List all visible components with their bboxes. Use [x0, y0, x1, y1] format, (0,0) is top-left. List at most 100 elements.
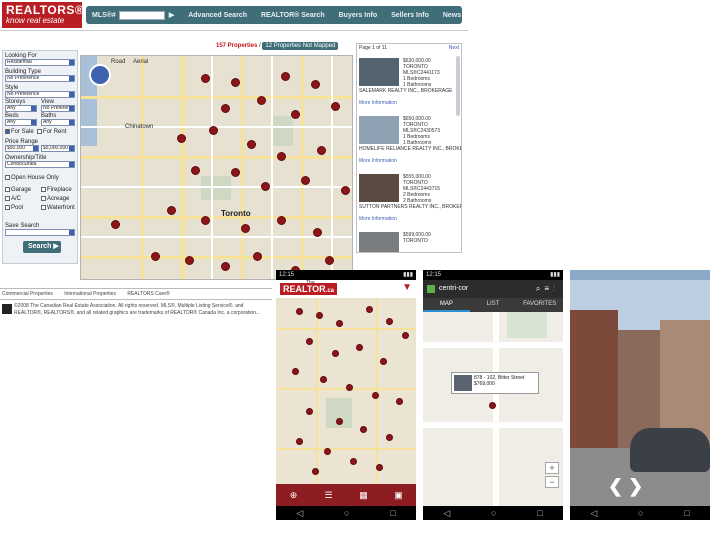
map-pin[interactable]	[312, 468, 319, 475]
map-pin[interactable]	[376, 464, 383, 471]
street-nav-arrows-icon[interactable]: ❮ ❯	[608, 476, 643, 497]
map-pin[interactable]	[111, 220, 120, 229]
filter-icon[interactable]: ▼	[402, 282, 412, 293]
amenity-garage[interactable]: Garage	[5, 187, 41, 193]
map-pin[interactable]	[336, 320, 343, 327]
map-pin[interactable]	[350, 458, 357, 465]
save-search-input[interactable]	[5, 229, 75, 236]
footer-link-realtors-care[interactable]: REALTORS Care®	[127, 291, 169, 297]
map-pin[interactable]	[261, 182, 270, 191]
list-icon[interactable]: ☰	[320, 488, 338, 502]
map-pin[interactable]	[277, 216, 286, 225]
acreage-checkbox[interactable]	[41, 196, 46, 202]
for-sale-checkbox[interactable]	[5, 129, 10, 134]
map-pin[interactable]	[231, 168, 240, 177]
more-information-link[interactable]: More Information	[359, 216, 397, 222]
realtor-logo[interactable]: REALTORS® know real estate	[2, 2, 84, 28]
map-pin[interactable]	[386, 434, 393, 441]
nav-realtor-search[interactable]: REALTOR® Search	[261, 12, 325, 19]
map-pin[interactable]	[489, 402, 496, 409]
amenity-pool[interactable]: Pool	[5, 205, 41, 211]
more-information-link[interactable]: More Information	[359, 100, 397, 106]
mls-search-input[interactable]	[118, 10, 165, 20]
amenity-waterfront[interactable]: Waterfront	[41, 205, 77, 211]
map-pin[interactable]	[356, 344, 363, 351]
map-pin[interactable]	[306, 338, 313, 345]
locate-icon[interactable]: ⊕	[285, 488, 303, 502]
recents-icon[interactable]: □	[684, 508, 689, 518]
map-pin[interactable]	[336, 418, 343, 425]
map-pin[interactable]	[386, 318, 393, 325]
map-pin[interactable]	[320, 376, 327, 383]
map-pin[interactable]	[380, 358, 387, 365]
map-pin[interactable]	[151, 252, 160, 261]
zoom-out-button[interactable]: −	[545, 476, 559, 488]
for-rent-checkbox[interactable]	[37, 129, 43, 134]
view-select[interactable]: No Preferen	[41, 105, 75, 112]
map-pin[interactable]	[257, 96, 266, 105]
map-pin[interactable]	[313, 228, 322, 237]
back-icon[interactable]: ◁	[296, 508, 303, 519]
tab-properties[interactable]: 157 Properties	[216, 43, 257, 49]
map-pin[interactable]	[396, 398, 403, 405]
map-pin[interactable]	[372, 392, 379, 399]
footer-link-commercial[interactable]: Commercial Properties	[2, 291, 53, 297]
map-pin[interactable]	[332, 350, 339, 357]
settings-icon[interactable]: ≡	[544, 284, 553, 293]
home-icon[interactable]: ○	[344, 508, 349, 518]
ownership-select[interactable]: Condo/Strata	[5, 161, 75, 168]
go-arrow-icon[interactable]: ▶	[169, 11, 174, 19]
map-pin[interactable]	[346, 384, 353, 391]
map-pin[interactable]	[331, 102, 340, 111]
map-pin[interactable]	[317, 146, 326, 155]
tab-map[interactable]: MAP	[423, 298, 470, 312]
map-pin[interactable]	[360, 426, 367, 433]
map-pin[interactable]	[221, 262, 230, 271]
map-pin[interactable]	[241, 224, 250, 233]
open-house-checkbox[interactable]	[5, 175, 10, 180]
back-icon[interactable]: ◁	[590, 508, 597, 519]
map-pin[interactable]	[311, 80, 320, 89]
ac-checkbox[interactable]	[5, 196, 10, 202]
amenity-acreage[interactable]: Acreage	[41, 196, 77, 202]
map-tab-aerial[interactable]: Aerial	[133, 59, 148, 65]
listing-thumbnail[interactable]	[359, 58, 399, 86]
map-pin[interactable]	[324, 448, 331, 455]
baths-select[interactable]: Any	[41, 119, 75, 126]
map-pin[interactable]	[247, 140, 256, 149]
map-tab-road[interactable]: Road	[111, 59, 125, 65]
property-map[interactable]: Road Aerial Chinatown Toronto	[80, 55, 353, 280]
map-pin[interactable]	[167, 206, 176, 215]
map-pin[interactable]	[201, 216, 210, 225]
waterfront-checkbox[interactable]	[41, 205, 46, 211]
beds-select[interactable]: Any	[5, 119, 37, 126]
map-icon[interactable]: ▦	[355, 488, 373, 502]
fireplace-checkbox[interactable]	[41, 187, 46, 192]
listing-thumbnail[interactable]	[359, 232, 399, 252]
nav-news[interactable]: News	[443, 12, 461, 19]
map-pin[interactable]	[296, 308, 303, 315]
map-pan-control-icon[interactable]	[89, 64, 111, 86]
mobile-map[interactable]	[276, 298, 416, 484]
map-pin[interactable]	[296, 438, 303, 445]
map-pin[interactable]	[231, 78, 240, 87]
home-icon[interactable]: ○	[491, 508, 496, 518]
map-pin[interactable]	[301, 176, 310, 185]
zoom-in-button[interactable]: +	[545, 462, 559, 474]
map-pin[interactable]	[201, 74, 210, 83]
listing-thumbnail[interactable]	[359, 174, 399, 202]
recents-icon[interactable]: □	[537, 508, 542, 518]
style-select[interactable]: No Preference	[5, 91, 75, 98]
map-pin[interactable]	[306, 408, 313, 415]
garage-checkbox[interactable]	[5, 187, 10, 192]
map-pin[interactable]	[341, 186, 350, 195]
amenity-fireplace[interactable]: Fireplace	[41, 187, 77, 193]
map-pin[interactable]	[209, 126, 218, 135]
map-pin[interactable]	[253, 252, 262, 261]
map-pin[interactable]	[277, 152, 286, 161]
looking-for-select[interactable]: Residential	[5, 59, 75, 66]
map-pin[interactable]	[316, 312, 323, 319]
recents-icon[interactable]: □	[390, 508, 395, 518]
map-pin[interactable]	[291, 110, 300, 119]
listing-thumbnail[interactable]	[359, 116, 399, 144]
